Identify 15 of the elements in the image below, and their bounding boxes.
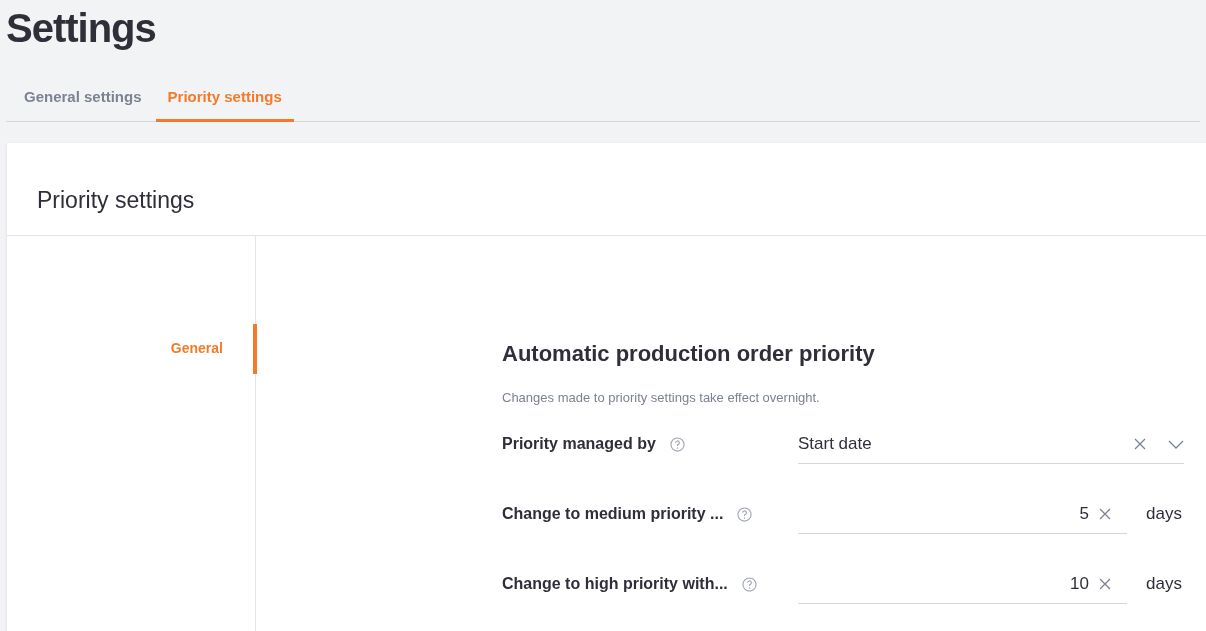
card-title: Priority settings [7, 142, 1206, 236]
section-description: Changes made to priority settings take effect overnight. [502, 388, 821, 407]
help-icon[interactable] [737, 506, 753, 522]
field-label: Change to high priority with... [502, 574, 728, 594]
page-title: Settings [5, 5, 157, 52]
field-label: Change to medium priority ... [502, 504, 724, 524]
help-icon[interactable] [669, 436, 685, 452]
number-field[interactable]: 10 [798, 564, 1127, 604]
number-field[interactable]: 5 [798, 494, 1127, 534]
field-label: Priority managed by [502, 434, 656, 454]
help-icon[interactable] [741, 576, 757, 592]
unit-label: days [1146, 503, 1182, 526]
select-field[interactable]: Start date [798, 424, 1184, 464]
section-title: Automatic production order priority [502, 339, 876, 368]
unit-label: days [1146, 573, 1182, 596]
